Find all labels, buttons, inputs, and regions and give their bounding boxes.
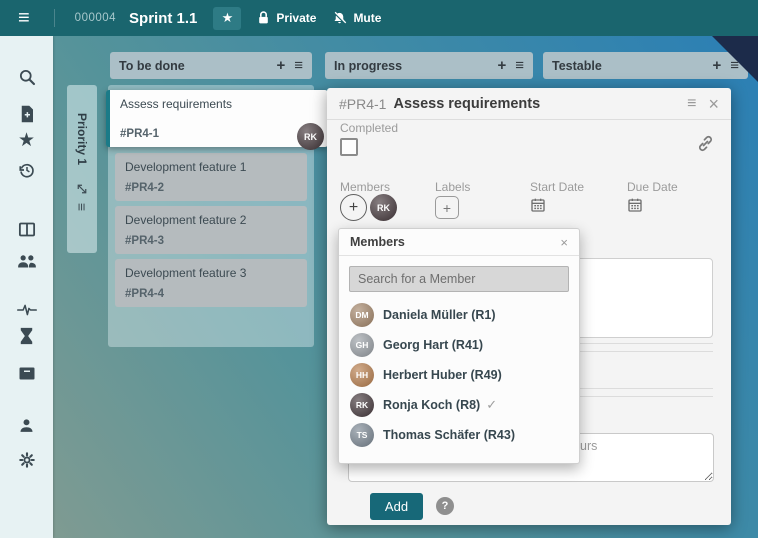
card-title: Development feature 1 — [125, 160, 297, 174]
card-id: #PR4-4 — [125, 288, 297, 300]
muted-bell-icon — [332, 11, 347, 26]
note-add-icon[interactable] — [16, 103, 38, 125]
help-icon[interactable]: ? — [436, 497, 454, 515]
hourglass-icon[interactable] — [16, 325, 38, 347]
avatar: DM — [350, 303, 374, 327]
search-icon[interactable] — [16, 66, 38, 88]
column-header-in-progress: In progress + ≡ — [325, 52, 533, 79]
top-bar: ≡ 000004 Sprint 1.1 ★ Private Mute — [0, 0, 758, 36]
add-member-button[interactable]: + — [340, 194, 367, 221]
labels-label: Labels — [435, 180, 470, 194]
member-option-selected[interactable]: RK Ronja Koch (R8) ✓ — [339, 390, 579, 420]
swimlane-label: Priority 1 — [75, 113, 89, 165]
start-date-calendar-icon[interactable] — [530, 197, 546, 213]
star-board-button[interactable]: ★ — [213, 7, 241, 30]
card-id: #PR4-3 — [125, 235, 297, 247]
members-popup-header: Members × — [339, 229, 579, 256]
members-popup-title: Members — [350, 235, 405, 249]
user-icon[interactable] — [16, 414, 38, 436]
star-icon[interactable]: ★ — [16, 129, 38, 151]
mute-button[interactable]: Mute — [332, 11, 381, 26]
completed-label: Completed — [340, 121, 398, 135]
private-label: Private — [276, 11, 316, 25]
start-date-label: Start Date — [530, 180, 584, 194]
member-name: Herbert Huber (R49) — [383, 368, 502, 382]
swimlane-drag-handle-icon[interactable]: ≡ — [74, 203, 90, 211]
member-name: Thomas Schäfer (R43) — [383, 428, 515, 442]
member-name: Ronja Koch (R8) — [383, 398, 480, 412]
due-date-calendar-icon[interactable] — [627, 197, 643, 213]
add-comment-button[interactable]: Add — [370, 493, 423, 520]
history-icon[interactable] — [16, 159, 38, 181]
card-id: #PR4-1 — [339, 96, 386, 112]
members-group-icon[interactable] — [16, 250, 38, 272]
settings-gear-icon[interactable] — [16, 449, 38, 471]
add-card-button[interactable]: + — [497, 58, 506, 73]
collapse-swimlane-icon[interactable] — [76, 183, 88, 195]
board-number: 000004 — [75, 12, 116, 24]
column-title: Testable — [552, 59, 703, 73]
card-development-feature-1[interactable]: Development feature 1 #PR4-2 — [115, 153, 307, 201]
card-title: Development feature 2 — [125, 213, 297, 227]
member-option[interactable]: HH Herbert Huber (R49) — [339, 360, 579, 390]
avatar: HH — [350, 363, 374, 387]
member-option[interactable]: TS Thomas Schäfer (R43) — [339, 420, 579, 450]
member-name: Georg Hart (R41) — [383, 338, 483, 352]
member-search-input[interactable] — [349, 266, 569, 292]
mute-label: Mute — [353, 11, 381, 25]
avatar: GH — [350, 333, 374, 357]
card-detail-header: #PR4-1 Assess requirements ≡ × — [327, 88, 731, 120]
member-option[interactable]: GH Georg Hart (R41) — [339, 330, 579, 360]
left-sidebar: ★ — [0, 36, 53, 538]
card-assess-requirements[interactable]: Assess requirements #PR4-1 RK — [106, 90, 328, 147]
card-title: Assess requirements — [393, 96, 675, 112]
avatar[interactable]: RK — [297, 123, 324, 150]
archive-icon[interactable] — [16, 362, 38, 384]
activity-icon[interactable] — [16, 299, 38, 321]
column-title: In progress — [334, 59, 488, 73]
board-title: Sprint 1.1 — [129, 10, 197, 27]
card-development-feature-2[interactable]: Development feature 2 #PR4-3 — [115, 206, 307, 254]
corner-fold-decoration — [712, 36, 758, 82]
card-title: Assess requirements — [120, 97, 318, 111]
hamburger-menu-icon[interactable]: ≡ — [18, 8, 30, 28]
members-popup: Members × DM Daniela Müller (R1) GH Geor… — [338, 228, 580, 464]
close-icon[interactable]: × — [560, 235, 568, 250]
lock-icon — [257, 11, 270, 25]
column-menu-icon[interactable]: ≡ — [294, 58, 303, 73]
topbar-divider — [54, 9, 55, 27]
swimlane-priority-1: Priority 1 ≡ — [67, 85, 97, 253]
member-name: Daniela Müller (R1) — [383, 308, 496, 322]
link-icon[interactable] — [696, 134, 715, 153]
column-header-to-be-done: To be done + ≡ — [110, 52, 312, 79]
card-title: Development feature 3 — [125, 266, 297, 280]
members-label: Members — [340, 180, 390, 194]
column-title: To be done — [119, 59, 267, 73]
star-icon: ★ — [222, 10, 234, 26]
add-card-button[interactable]: + — [276, 58, 285, 73]
check-icon: ✓ — [486, 397, 497, 413]
comment-placeholder-fragment: urs — [580, 439, 597, 453]
close-icon[interactable]: × — [708, 95, 719, 113]
member-option[interactable]: DM Daniela Müller (R1) — [339, 300, 579, 330]
card-id: #PR4-1 — [120, 128, 318, 140]
card-menu-icon[interactable]: ≡ — [687, 96, 696, 112]
column-menu-icon[interactable]: ≡ — [515, 58, 524, 73]
board-visibility-button[interactable]: Private — [257, 11, 316, 25]
avatar: TS — [350, 423, 374, 447]
add-label-button[interactable]: + — [435, 196, 459, 219]
avatar: RK — [350, 393, 374, 417]
card-id: #PR4-2 — [125, 182, 297, 194]
board-view-icon[interactable] — [16, 218, 38, 240]
due-date-label: Due Date — [627, 180, 678, 194]
avatar[interactable]: RK — [370, 194, 397, 221]
completed-checkbox[interactable] — [340, 138, 358, 156]
card-development-feature-3[interactable]: Development feature 3 #PR4-4 — [115, 259, 307, 307]
